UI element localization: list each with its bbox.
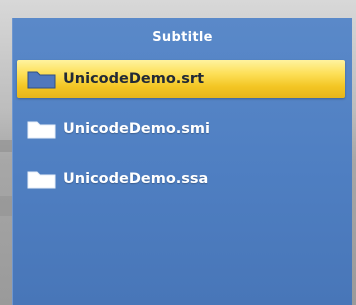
- list-item-subtitle-smi[interactable]: UnicodeDemo.smi: [17, 110, 345, 148]
- subtitle-menu-panel: Subtitle UnicodeDemo.srt UnicodeDemo.smi…: [12, 18, 352, 305]
- list-item-label: UnicodeDemo.srt: [63, 71, 204, 87]
- folder-icon: [27, 69, 57, 89]
- list-item-label: UnicodeDemo.ssa: [63, 171, 209, 187]
- folder-icon: [27, 169, 57, 189]
- menu-title: Subtitle: [152, 30, 213, 45]
- list-item-subtitle-ssa[interactable]: UnicodeDemo.ssa: [17, 160, 345, 198]
- list-item-label: UnicodeDemo.smi: [63, 121, 210, 137]
- list-item-subtitle-srt[interactable]: UnicodeDemo.srt: [17, 60, 345, 98]
- folder-icon: [27, 119, 57, 139]
